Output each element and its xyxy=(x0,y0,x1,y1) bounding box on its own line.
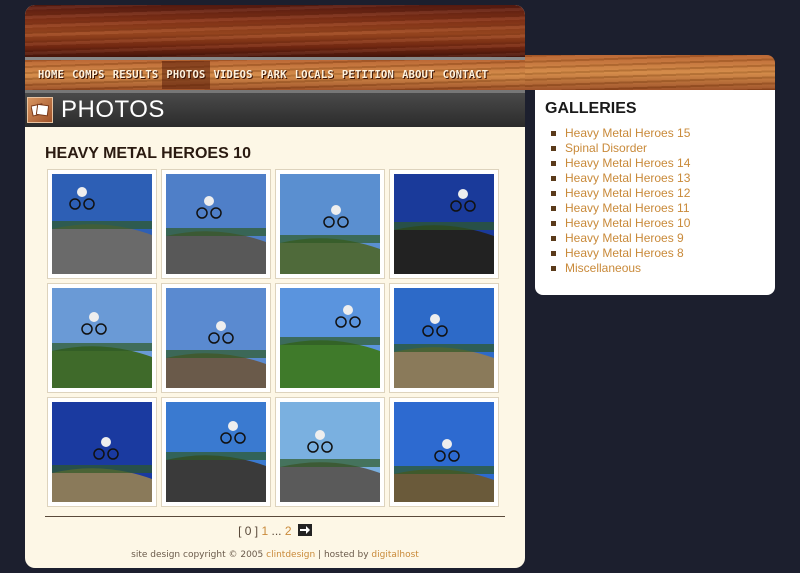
divider xyxy=(45,516,505,517)
photo-thumbnail[interactable] xyxy=(47,397,157,507)
sidebar-wood-banner xyxy=(525,55,775,90)
bullet-icon xyxy=(551,206,556,211)
nav-park[interactable]: PARK xyxy=(257,61,291,89)
bmx-photo xyxy=(394,402,494,502)
gallery-link-label: Heavy Metal Heroes 13 xyxy=(565,171,691,185)
bullet-icon xyxy=(551,221,556,226)
bmx-photo xyxy=(280,288,380,388)
host-link[interactable]: digitalhost xyxy=(371,550,418,560)
pager-bracket-close: ] xyxy=(254,524,259,538)
galleries-sidebar: GALLERIES Heavy Metal Heroes 15 Spinal D… xyxy=(535,90,775,295)
bmx-photo xyxy=(394,174,494,274)
gallery-link[interactable]: Heavy Metal Heroes 10 xyxy=(551,216,690,231)
nav-videos[interactable]: VIDEOS xyxy=(210,61,257,89)
photo-thumbnail[interactable] xyxy=(275,397,385,507)
main-panel: HOME COMPS RESULTS PHOTOS VIDEOS PARK LO… xyxy=(25,5,525,568)
bullet-icon xyxy=(551,266,556,271)
gallery-link-label: Heavy Metal Heroes 8 xyxy=(565,246,684,260)
pager-page-1[interactable]: 1 xyxy=(261,524,268,538)
footer: site design copyright © 2005 clintdesign… xyxy=(25,550,525,560)
pager-ellipsis: ... xyxy=(271,524,282,538)
bmx-photo xyxy=(394,288,494,388)
bmx-photo xyxy=(280,402,380,502)
gallery-list: Heavy Metal Heroes 15 Spinal Disorder He… xyxy=(551,126,690,276)
wood-header-banner xyxy=(25,5,525,57)
gallery-link-label: Heavy Metal Heroes 12 xyxy=(565,186,691,200)
section-title-bar: PHOTOS xyxy=(25,93,525,127)
pager-current: 0 xyxy=(244,524,252,538)
photo-thumbnail[interactable] xyxy=(161,169,271,279)
nav-results[interactable]: RESULTS xyxy=(109,61,163,89)
footer-separator: | hosted by xyxy=(318,550,369,560)
gallery-link[interactable]: Heavy Metal Heroes 13 xyxy=(551,171,690,186)
gallery-link[interactable]: Heavy Metal Heroes 14 xyxy=(551,156,690,171)
gallery-link-label: Heavy Metal Heroes 9 xyxy=(565,231,684,245)
page-title: PHOTOS xyxy=(61,96,165,123)
nav-about[interactable]: ABOUT xyxy=(398,61,439,89)
footer-copyright: site design copyright © 2005 xyxy=(131,550,264,560)
pagination: [ 0 ] 1 ... 2 xyxy=(25,524,525,538)
galleries-title: GALLERIES xyxy=(545,100,637,117)
main-nav: HOME COMPS RESULTS PHOTOS VIDEOS PARK LO… xyxy=(25,57,525,93)
photo-thumbnail[interactable] xyxy=(161,283,271,393)
gallery-link[interactable]: Heavy Metal Heroes 15 xyxy=(551,126,690,141)
pager-page-2[interactable]: 2 xyxy=(285,524,292,538)
photo-thumbnail[interactable] xyxy=(161,397,271,507)
pager-bracket-open: [ xyxy=(238,524,242,538)
photo-thumbnail[interactable] xyxy=(47,169,157,279)
bmx-photo xyxy=(166,288,266,388)
gallery-link[interactable]: Heavy Metal Heroes 11 xyxy=(551,201,690,216)
bullet-icon xyxy=(551,251,556,256)
photo-thumbnail[interactable] xyxy=(275,283,385,393)
bullet-icon xyxy=(551,236,556,241)
gallery-link[interactable]: Spinal Disorder xyxy=(551,141,690,156)
nav-petition[interactable]: PETITION xyxy=(338,61,398,89)
bmx-photo xyxy=(280,174,380,274)
photos-icon xyxy=(27,97,53,123)
bmx-photo xyxy=(52,288,152,388)
nav-comps[interactable]: COMPS xyxy=(68,61,109,89)
photo-thumbnail[interactable] xyxy=(47,283,157,393)
thumbnail-grid xyxy=(47,169,503,507)
gallery-link[interactable]: Heavy Metal Heroes 12 xyxy=(551,186,690,201)
designer-link[interactable]: clintdesign xyxy=(266,550,315,560)
gallery-link-label: Heavy Metal Heroes 10 xyxy=(565,216,691,230)
gallery-link[interactable]: Heavy Metal Heroes 8 xyxy=(551,246,690,261)
photo-thumbnail[interactable] xyxy=(389,397,499,507)
bullet-icon xyxy=(551,161,556,166)
gallery-link-label: Miscellaneous xyxy=(565,261,642,275)
nav-home[interactable]: HOME xyxy=(34,61,68,89)
nav-photos[interactable]: PHOTOS xyxy=(162,61,210,89)
photo-thumbnail[interactable] xyxy=(389,169,499,279)
nav-locals[interactable]: LOCALS xyxy=(291,61,338,89)
bullet-icon xyxy=(551,131,556,136)
gallery-link-label: Heavy Metal Heroes 14 xyxy=(565,156,691,170)
bullet-icon xyxy=(551,146,556,151)
bullet-icon xyxy=(551,191,556,196)
gallery-link-label: Heavy Metal Heroes 15 xyxy=(565,126,691,140)
bmx-photo xyxy=(166,174,266,274)
photo-thumbnail[interactable] xyxy=(389,283,499,393)
bmx-photo xyxy=(52,402,152,502)
gallery-link[interactable]: Miscellaneous xyxy=(551,261,690,276)
next-arrow-icon[interactable] xyxy=(297,524,312,536)
gallery-link-label: Heavy Metal Heroes 11 xyxy=(565,201,690,215)
gallery-link[interactable]: Heavy Metal Heroes 9 xyxy=(551,231,690,246)
bullet-icon xyxy=(551,176,556,181)
bmx-photo xyxy=(52,174,152,274)
gallery-heading: HEAVY METAL HEROES 10 xyxy=(45,145,251,162)
nav-contact[interactable]: CONTACT xyxy=(439,61,493,89)
gallery-link-label: Spinal Disorder xyxy=(565,141,648,155)
bmx-photo xyxy=(166,402,266,502)
photo-thumbnail[interactable] xyxy=(275,169,385,279)
